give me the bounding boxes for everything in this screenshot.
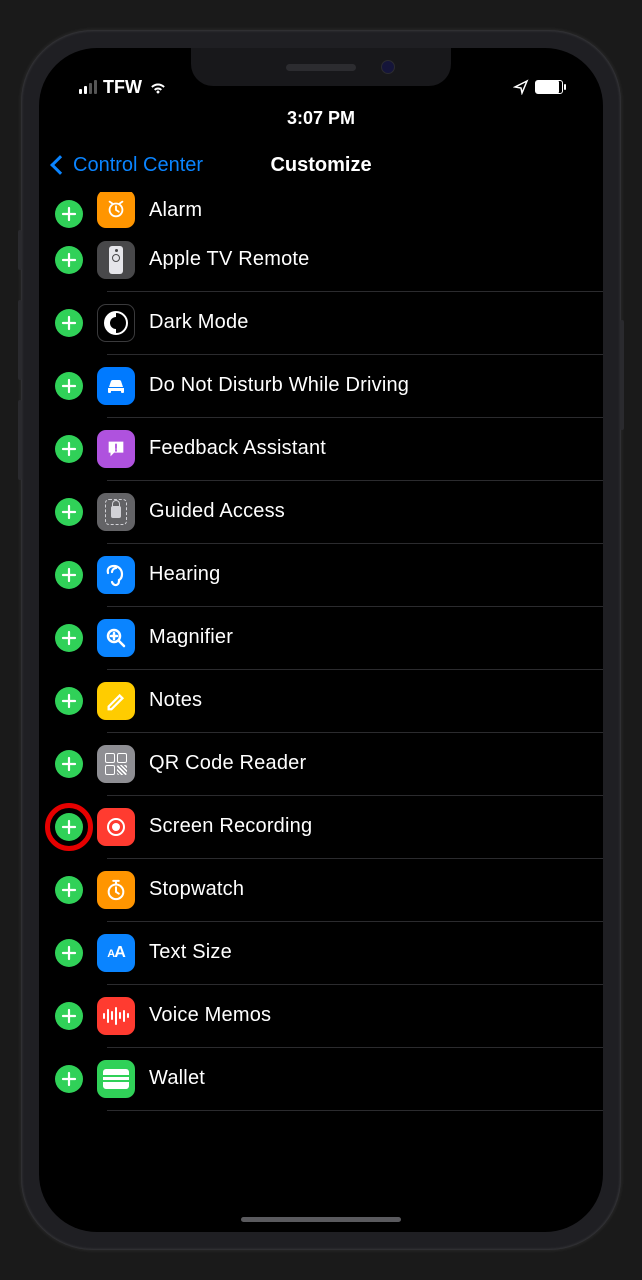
silent-switch xyxy=(18,230,22,270)
wifi-icon xyxy=(148,80,168,95)
add-button-voice-memos[interactable] xyxy=(55,1002,83,1030)
screen-recording-icon xyxy=(97,808,135,846)
notes-icon xyxy=(97,682,135,720)
row-label: Magnifier xyxy=(149,626,233,649)
list-row-dark-mode[interactable]: Dark Mode xyxy=(39,291,603,354)
home-indicator[interactable] xyxy=(241,1217,401,1222)
row-label: Guided Access xyxy=(149,500,285,523)
list-row-stopwatch[interactable]: Stopwatch xyxy=(39,858,603,921)
list-row-wallet[interactable]: Wallet xyxy=(39,1047,603,1110)
dnd-driving-icon xyxy=(97,367,135,405)
row-label: Screen Recording xyxy=(149,815,312,838)
controls-list[interactable]: Alarm Apple TV Remote Dark Mode Do Not Dist… xyxy=(39,192,603,1218)
add-button-screen-recording[interactable] xyxy=(55,813,83,841)
list-row-screen-recording[interactable]: Screen Recording xyxy=(39,795,603,858)
screen: TFW 3:07 PM Control Center Customize Ala… xyxy=(39,48,603,1232)
phone-frame: TFW 3:07 PM Control Center Customize Ala… xyxy=(21,30,621,1250)
dark-mode-icon xyxy=(97,304,135,342)
qr-reader-icon xyxy=(97,745,135,783)
row-label: Do Not Disturb While Driving xyxy=(149,374,409,397)
apple-tv-remote-icon xyxy=(97,241,135,279)
add-button-qr-reader[interactable] xyxy=(55,750,83,778)
magnifier-icon xyxy=(97,619,135,657)
list-row-hearing[interactable]: Hearing xyxy=(39,543,603,606)
list-row-magnifier[interactable]: Magnifier xyxy=(39,606,603,669)
row-label: Voice Memos xyxy=(149,1004,271,1027)
add-button-apple-tv-remote[interactable] xyxy=(55,246,83,274)
feedback-assistant-icon xyxy=(97,430,135,468)
row-label: QR Code Reader xyxy=(149,752,306,775)
stopwatch-icon xyxy=(97,871,135,909)
wallet-icon xyxy=(97,1060,135,1098)
chevron-left-icon xyxy=(50,155,70,175)
cell-signal-icon xyxy=(79,80,97,94)
list-row-voice-memos[interactable]: Voice Memos xyxy=(39,984,603,1047)
add-button-dark-mode[interactable] xyxy=(55,309,83,337)
navbar: Control Center Customize xyxy=(39,138,603,192)
speaker xyxy=(286,64,356,71)
hearing-icon xyxy=(97,556,135,594)
power-button xyxy=(620,320,624,430)
front-camera xyxy=(381,60,395,74)
row-label: Hearing xyxy=(149,563,220,586)
add-button-guided-access[interactable] xyxy=(55,498,83,526)
list-row-guided-access[interactable]: Guided Access xyxy=(39,480,603,543)
add-button-alarm[interactable] xyxy=(55,200,83,228)
row-label: Wallet xyxy=(149,1067,205,1090)
list-row-apple-tv-remote[interactable]: Apple TV Remote xyxy=(39,228,603,291)
add-button-dnd-driving[interactable] xyxy=(55,372,83,400)
voice-memos-icon xyxy=(97,997,135,1035)
alarm-icon xyxy=(97,192,135,228)
list-row-text-size[interactable]: AA Text Size xyxy=(39,921,603,984)
battery-icon xyxy=(535,80,563,94)
row-label: Notes xyxy=(149,689,202,712)
row-label: Dark Mode xyxy=(149,311,249,334)
add-button-stopwatch[interactable] xyxy=(55,876,83,904)
location-icon xyxy=(513,79,529,95)
text-size-icon: AA xyxy=(97,934,135,972)
add-button-hearing[interactable] xyxy=(55,561,83,589)
add-button-feedback-assistant[interactable] xyxy=(55,435,83,463)
carrier-label: TFW xyxy=(103,77,142,98)
row-separator xyxy=(107,1110,603,1111)
row-label: Text Size xyxy=(149,941,232,964)
notch xyxy=(191,48,451,86)
row-label: Apple TV Remote xyxy=(149,248,310,271)
list-row-qr-reader[interactable]: QR Code Reader xyxy=(39,732,603,795)
add-button-wallet[interactable] xyxy=(55,1065,83,1093)
row-label: Stopwatch xyxy=(149,878,244,901)
list-row-notes[interactable]: Notes xyxy=(39,669,603,732)
volume-down-button xyxy=(18,400,22,480)
list-row-alarm[interactable]: Alarm xyxy=(39,192,603,228)
add-button-magnifier[interactable] xyxy=(55,624,83,652)
back-button[interactable]: Control Center xyxy=(53,154,203,177)
list-row-feedback-assistant[interactable]: Feedback Assistant xyxy=(39,417,603,480)
add-button-text-size[interactable] xyxy=(55,939,83,967)
row-label: Feedback Assistant xyxy=(149,437,326,460)
list-row-dnd-driving[interactable]: Do Not Disturb While Driving xyxy=(39,354,603,417)
add-button-notes[interactable] xyxy=(55,687,83,715)
volume-up-button xyxy=(18,300,22,380)
row-label: Alarm xyxy=(149,199,202,222)
page-title: Customize xyxy=(270,154,371,177)
back-label: Control Center xyxy=(73,154,203,177)
guided-access-icon xyxy=(97,493,135,531)
